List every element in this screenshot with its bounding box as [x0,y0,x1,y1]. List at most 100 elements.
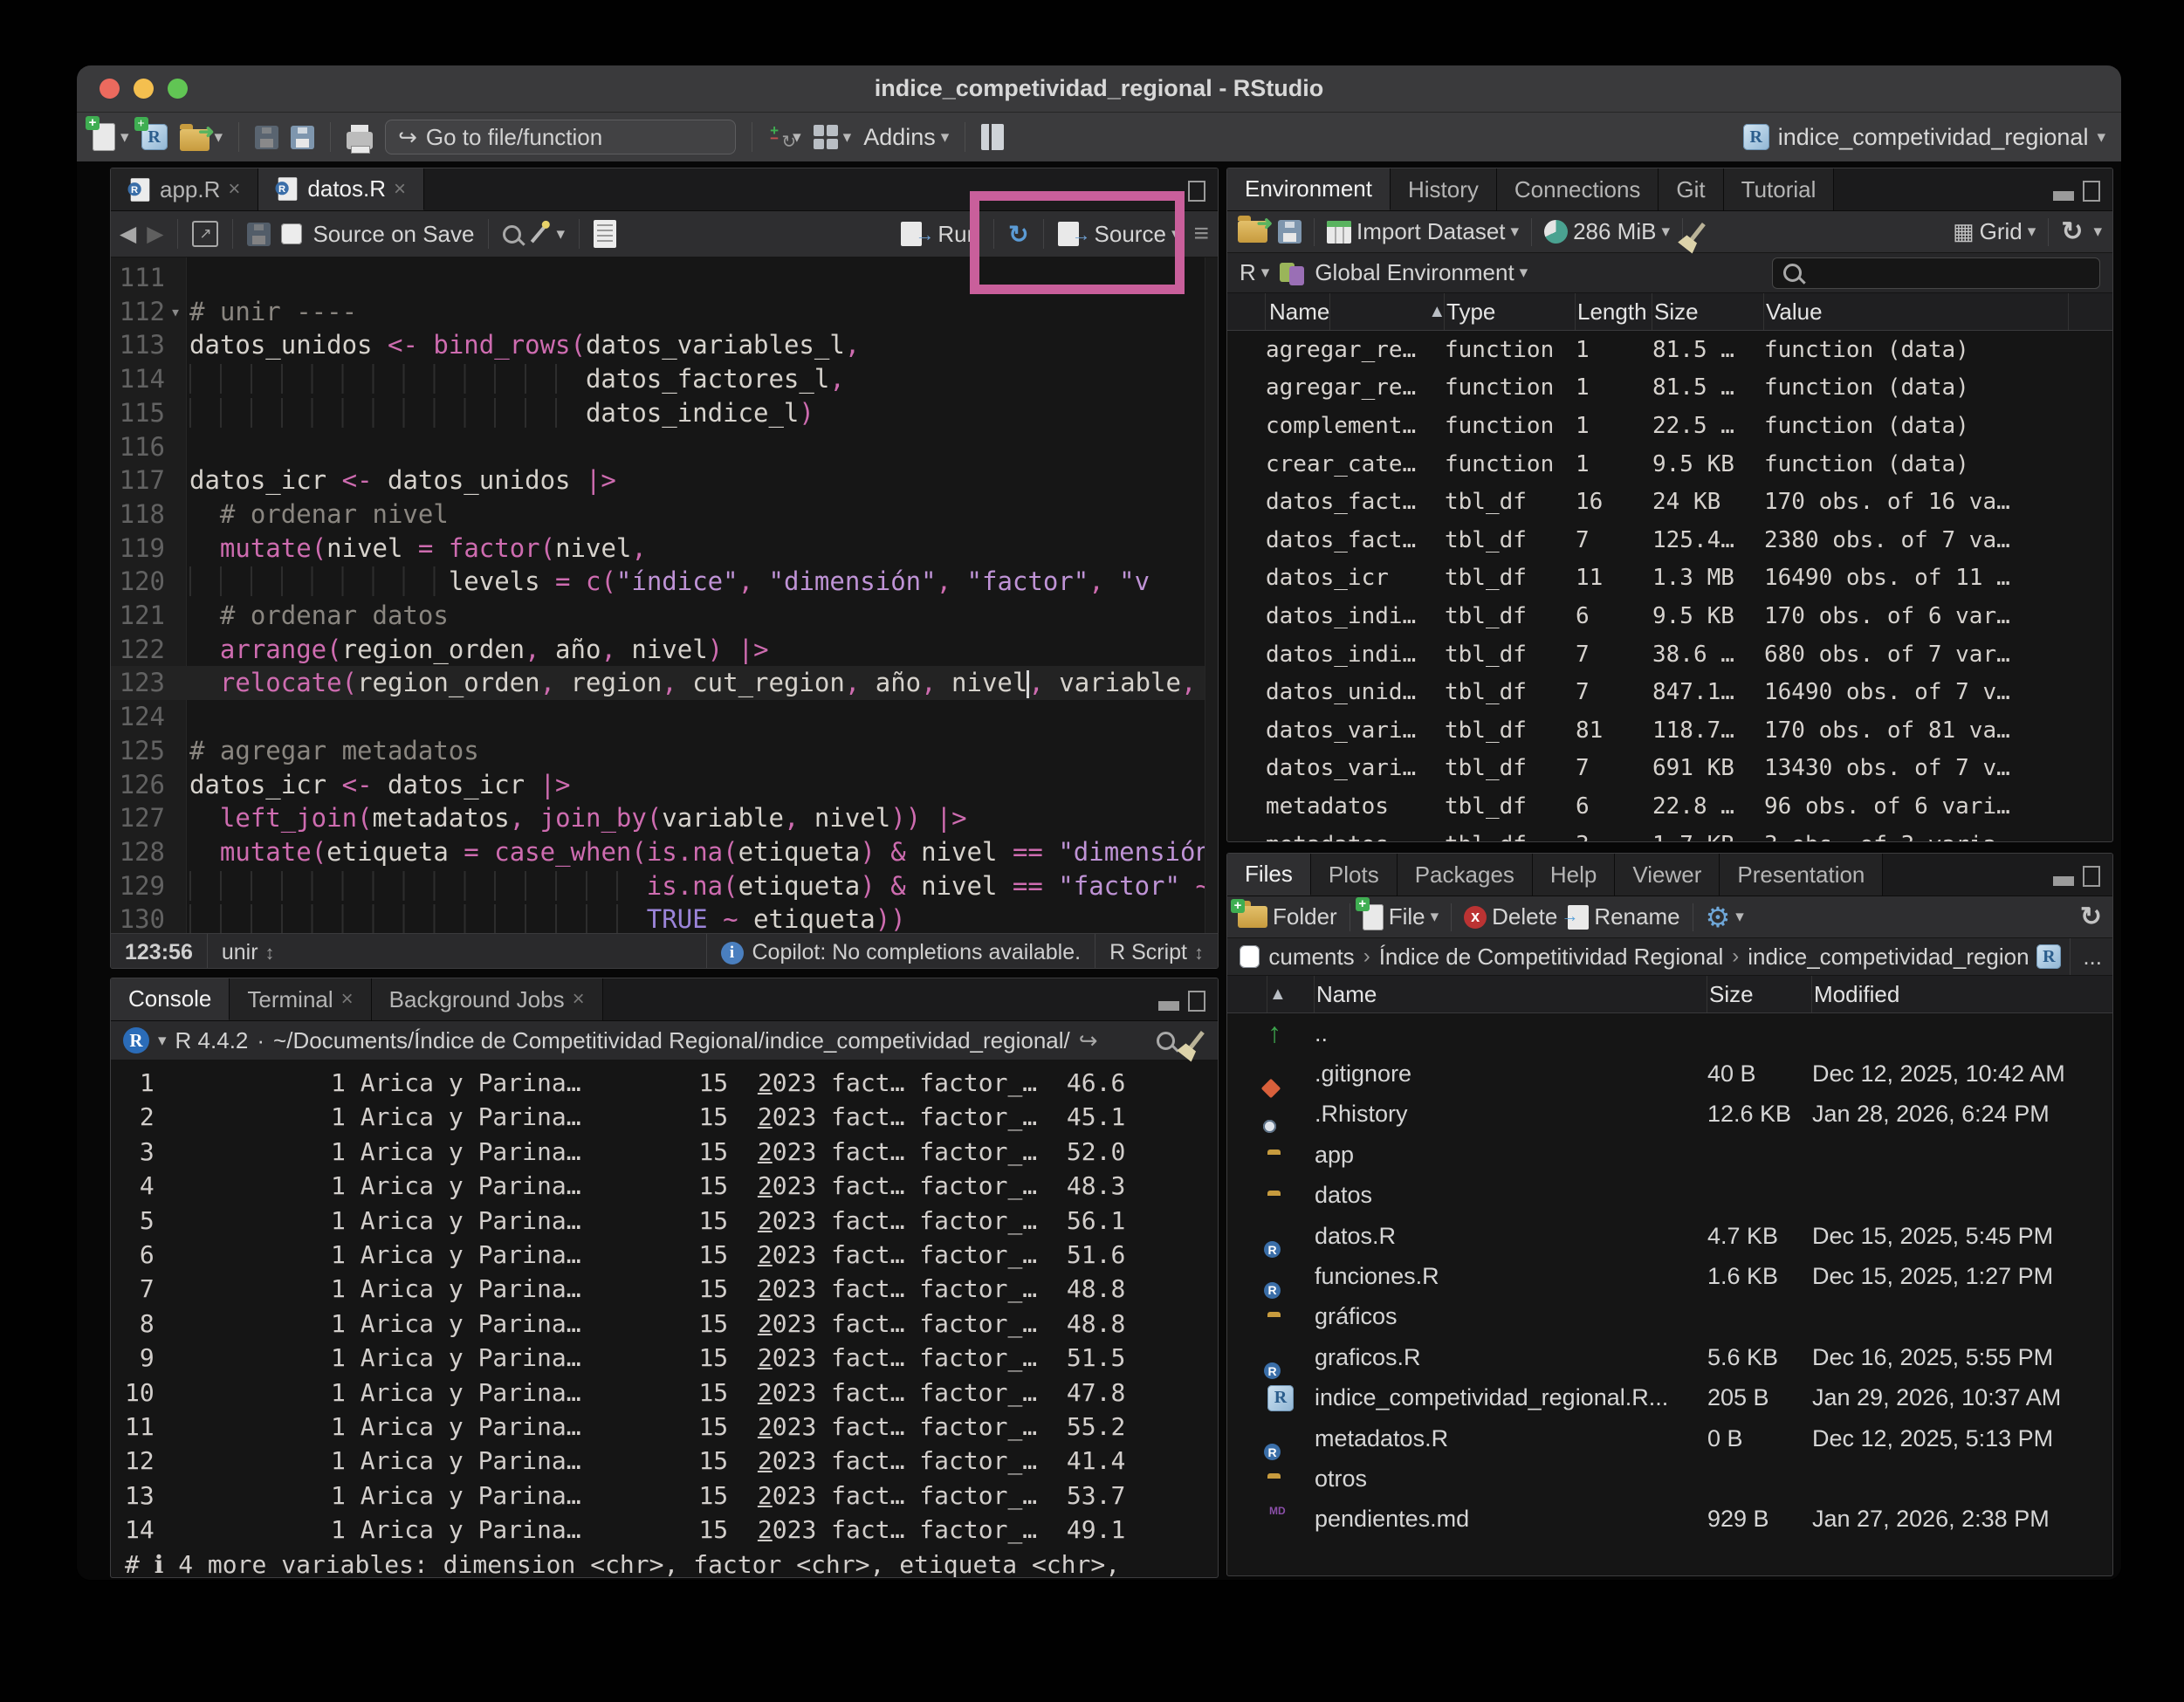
file-name[interactable]: datos.R [1315,1223,1707,1250]
file-row[interactable]: otros [1227,1458,2112,1499]
minimize-pane-icon[interactable] [1158,1001,1179,1011]
new-file-button[interactable]: + ▾ [93,123,129,151]
environment-row[interactable]: datos_vari…tbl_df81118.7…170 obs. of 81 … [1227,711,2112,750]
new-file-blank-button[interactable]: + File ▾ [1363,903,1439,930]
clear-console-icon[interactable] [1188,1031,1205,1050]
file-name[interactable]: gráficos [1315,1303,1707,1330]
document-outline-icon[interactable]: ≡ [1193,219,1209,249]
file-row[interactable]: gráficos [1227,1297,2112,1337]
column-header-length[interactable]: Length [1576,293,1652,330]
close-icon[interactable]: × [573,987,585,1012]
addins-button[interactable]: Addins ▾ [863,124,949,151]
editor-scrollbar[interactable] [1205,257,1218,933]
tab-console[interactable]: Console [111,978,230,1020]
file-type-selector[interactable]: R Script ↕ [1095,934,1218,969]
file-name[interactable]: app [1315,1142,1707,1169]
language-selector[interactable]: R ▾ [1240,259,1269,286]
file-row[interactable]: ↑.. [1227,1013,2112,1053]
minimize-window-button[interactable] [134,79,154,99]
file-row[interactable]: .gitignore40 BDec 12, 2025, 10:42 AM [1227,1053,2112,1094]
refresh-files-icon[interactable]: ↻ [2080,902,2102,932]
tab-terminal[interactable]: Terminal× [230,978,371,1020]
code-line[interactable]: 120 levels = c("índice", "dimensión", "f… [111,565,1218,599]
tab-help[interactable]: Help [1533,854,1615,896]
tab-plots[interactable]: Plots [1311,854,1398,896]
code-line[interactable]: 122 arrange(region_orden, año, nivel) |> [111,633,1218,667]
workspace-panes-button[interactable]: ▾ [814,125,852,149]
view-mode-button[interactable]: ▦ Grid ▾ [1953,218,2036,245]
code-editor[interactable]: 111112▾# unir ----113datos_unidos <- bin… [111,257,1218,933]
tab-git[interactable]: Git [1659,168,1723,210]
environment-row[interactable]: datos_icrtbl_df111.3 MB16490 obs. of 11 … [1227,559,2112,598]
rename-button[interactable]: Rename [1568,903,1679,930]
console-output[interactable]: 1 1 Arica y Parina… 15 2023 fact… factor… [111,1060,1218,1578]
environment-row[interactable]: datos_vari…tbl_df7691 KB13430 obs. of 7 … [1227,750,2112,788]
code-tools-icon[interactable] [531,225,546,244]
environment-row[interactable]: datos_indi…tbl_df69.5 KB170 obs. of 6 va… [1227,597,2112,635]
tab-tutorial[interactable]: Tutorial [1724,168,1835,210]
tab-app.r[interactable]: app.R× [111,168,258,210]
environment-row[interactable]: agregar_re…function181.5 …function (data… [1227,369,2112,408]
column-header-size[interactable]: Size [1652,293,1764,330]
code-line[interactable]: 113datos_unidos <- bind_rows(datos_varia… [111,328,1218,362]
file-name[interactable]: funciones.R [1315,1263,1707,1290]
breadcrumb-item[interactable]: indice_competividad_regional [1748,944,2028,971]
environment-selector[interactable]: Global Environment ▾ [1315,259,1528,286]
chevron-down-icon[interactable]: ▾ [158,1033,167,1049]
file-row[interactable]: datos [1227,1176,2112,1216]
environment-row[interactable]: metadatostbl_df622.8 …96 obs. of 6 vari… [1227,787,2112,826]
file-name[interactable]: indice_competividad_regional.R... [1315,1384,1707,1411]
tab-datos.r[interactable]: datos.R× [258,168,424,210]
column-header-value[interactable]: Value [1764,293,2069,330]
close-icon[interactable]: × [394,177,406,202]
tab-connections[interactable]: Connections [1497,168,1659,210]
more-file-commands-button[interactable]: ⚙ ▾ [1706,901,1744,934]
save-button[interactable] [255,126,278,149]
file-name[interactable]: datos [1315,1182,1707,1209]
breadcrumb-item[interactable]: cuments [1268,944,1354,971]
open-file-button[interactable]: ➜ ▾ [180,124,223,151]
file-name[interactable]: pendientes.md [1315,1506,1707,1533]
back-icon[interactable]: ◀ [120,221,136,247]
project-menu-button[interactable]: R indice_competividad_regional ▾ [1743,124,2105,151]
environment-search-input[interactable] [1772,257,2100,289]
file-row[interactable]: pendientes.md929 BJan 27, 2026, 2:38 PM [1227,1500,2112,1540]
code-line[interactable]: 124 [111,700,1218,734]
file-name[interactable]: graficos.R [1315,1344,1707,1371]
memory-usage-button[interactable]: 286 MiB ▾ [1544,218,1670,245]
code-line[interactable]: 127 left_join(metadatos, join_by(variabl… [111,801,1218,835]
column-header-type[interactable]: Type [1445,293,1576,330]
save-document-button[interactable] [247,223,271,246]
tab-viewer[interactable]: Viewer [1615,854,1720,896]
code-line[interactable]: 128 mutate(etiqueta = case_when(is.na(et… [111,835,1218,869]
file-row[interactable]: metadatos.R0 BDec 12, 2025, 5:13 PM [1227,1418,2112,1458]
code-line[interactable]: 126datos_icr <- datos_icr |> [111,768,1218,802]
minimize-pane-icon[interactable] [2053,191,2074,201]
select-all-checkbox[interactable] [1240,945,1260,968]
save-all-button[interactable] [291,126,314,149]
column-header-name[interactable]: Name [1315,976,1707,1012]
tab-history[interactable]: History [1391,168,1497,210]
open-in-new-window-icon[interactable]: ↗ [192,221,218,247]
tab-packages[interactable]: Packages [1398,854,1533,896]
code-line[interactable]: 121 # ordenar datos [111,599,1218,633]
goto-directory-icon[interactable]: ↪ [1079,1027,1098,1054]
tab-files[interactable]: Files [1227,854,1311,896]
breadcrumb-item[interactable]: Índice de Competitividad Regional [1379,944,1724,971]
minimize-pane-icon[interactable] [2053,876,2074,886]
file-name[interactable]: otros [1315,1465,1707,1493]
goto-file-input[interactable]: ↪ Go to file/function [385,120,736,154]
version-control-button[interactable]: + − ↻ ▾ [768,123,801,151]
zoom-window-button[interactable] [168,79,188,99]
code-line[interactable]: 130 TRUE ~ etiqueta)) [111,902,1218,933]
fold-arrow-icon[interactable]: ▾ [165,295,186,329]
scope-selector[interactable]: unir ↕ [208,940,289,965]
code-line[interactable]: 123 relocate(region_orden, region, cut_r… [111,666,1218,700]
file-row[interactable]: funciones.R1.6 KBDec 15, 2025, 1:27 PM [1227,1256,2112,1296]
print-button[interactable] [347,132,373,149]
environment-row[interactable]: agregar_re…function181.5 …function (data… [1227,331,2112,369]
maximize-pane-icon[interactable] [2083,866,2100,887]
code-line[interactable]: 119 mutate(nivel = factor(nivel, [111,532,1218,566]
breadcrumb-ellipsis-button[interactable]: ... [2070,938,2102,975]
pane-layout-icon[interactable] [981,124,1004,150]
